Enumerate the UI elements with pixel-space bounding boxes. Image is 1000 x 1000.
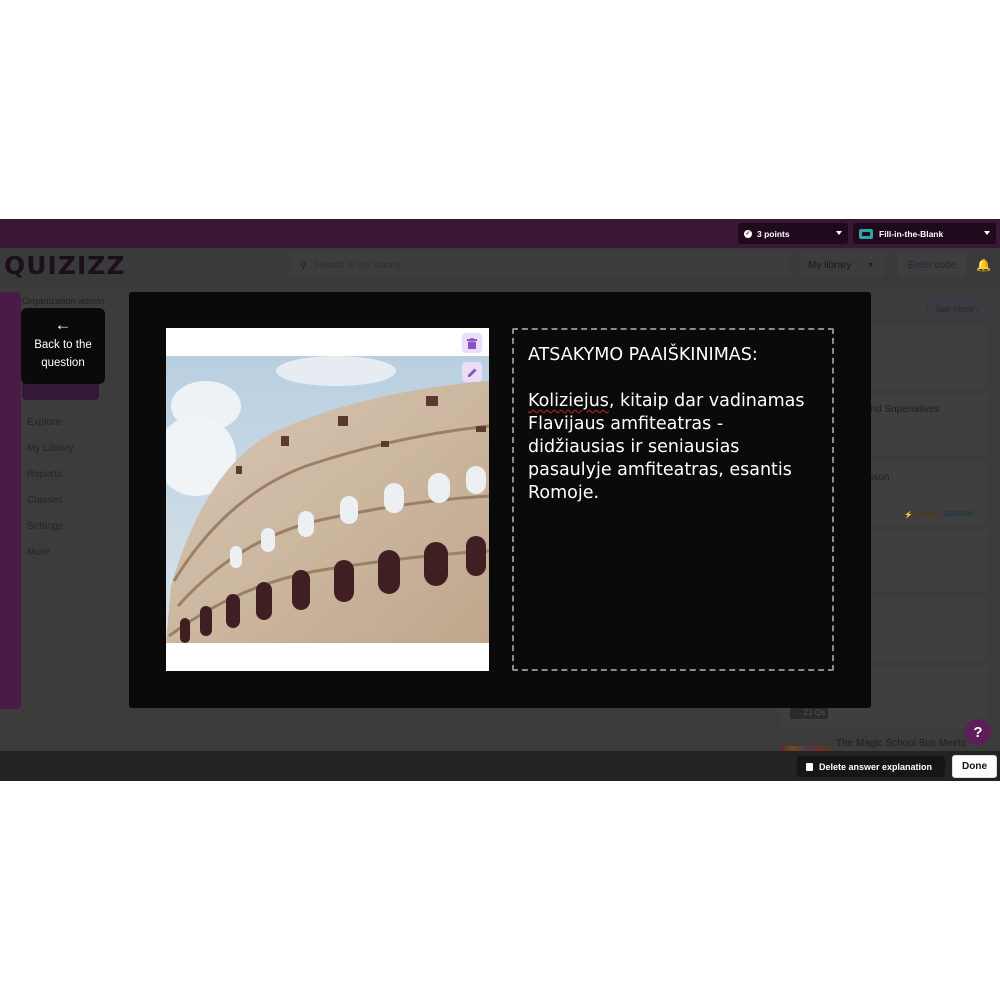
lesson-badge: LESSON	[944, 511, 973, 518]
delete-answer-explanation-button[interactable]: Delete answer explanation	[797, 756, 945, 777]
search-icon: ⚲	[300, 259, 307, 270]
nav-settings[interactable]: Settings	[27, 521, 63, 532]
library-search-input[interactable]: ⚲ Search in my library	[290, 253, 790, 277]
question-type-label: Fill-in-the-Blank	[879, 228, 944, 239]
library-select-value: My library	[808, 259, 852, 271]
quiz-editor-screen: ✓ 3 points Fill-in-the-Blank QUIZIZZ ⚲ S…	[0, 219, 1000, 781]
arrow-left-icon: ←	[54, 315, 72, 334]
explanation-image-card	[166, 328, 489, 671]
nav-my-library[interactable]: My Library	[27, 443, 74, 454]
super-badge-label: SUPER	[914, 512, 939, 519]
quizizz-logo: QUIZIZZ	[4, 251, 126, 280]
help-button[interactable]: ?	[965, 719, 991, 745]
check-circle-icon: ✓	[744, 229, 752, 238]
nav-explore[interactable]: Explore	[27, 417, 61, 428]
chevron-down-icon	[984, 231, 990, 235]
library-filter-select[interactable]: My library ▼	[800, 253, 885, 277]
left-rail	[0, 292, 21, 709]
nav-reports[interactable]: Reports	[27, 469, 62, 480]
done-button[interactable]: Done	[952, 755, 997, 778]
points-label: 3 points	[757, 228, 790, 239]
question-type-dropdown[interactable]: Fill-in-the-Blank	[853, 223, 996, 244]
colosseum-image	[166, 356, 489, 643]
delete-explanation-label: Delete answer explanation	[819, 761, 933, 772]
trash-icon	[806, 762, 813, 771]
app-header: QUIZIZZ ⚲ Search in my library My librar…	[0, 248, 1000, 288]
see-more-label: See more	[934, 304, 974, 314]
explanation-heading: ATSAKYMO PAAIŠKINIMAS:	[528, 345, 758, 365]
answer-explanation-modal: ATSAKYMO PAAIŠKINIMAS: Koliziejus, kitai…	[129, 292, 871, 708]
see-more-button[interactable]: See more ›	[927, 300, 987, 318]
fill-in-blank-icon	[859, 228, 873, 239]
editor-top-bar: ✓ 3 points Fill-in-the-Blank	[0, 219, 1000, 248]
super-badge: ⚡ SUPER	[904, 512, 939, 519]
back-to-question-label: Back to the question	[34, 339, 92, 369]
edit-image-button[interactable]	[462, 362, 482, 382]
feed-card-title: The Magic School Bus Meets	[836, 738, 967, 749]
editor-bottom-bar: Delete answer explanation Done	[0, 751, 1000, 781]
explanation-text-box[interactable]: ATSAKYMO PAAIŠKINIMAS: Koliziejus, kitai…	[512, 328, 834, 671]
chevron-down-icon	[836, 231, 842, 235]
misspelled-word: Koliziejus	[528, 391, 609, 411]
points-dropdown[interactable]: ✓ 3 points	[738, 223, 848, 244]
search-placeholder: Search in my library	[312, 259, 401, 271]
nav-classes[interactable]: Classes	[27, 495, 63, 506]
delete-image-button[interactable]	[462, 333, 482, 353]
chevron-down-icon: ▼	[867, 261, 875, 269]
pencil-icon	[467, 368, 476, 377]
back-to-question-button[interactable]: ← Back to the question	[21, 308, 105, 384]
bell-icon[interactable]: 🔔	[976, 258, 991, 272]
enter-code-button[interactable]: Enter code	[898, 253, 966, 277]
nav-more[interactable]: More	[27, 547, 50, 558]
trash-icon	[467, 337, 477, 349]
org-admin-label: Organization admin	[22, 296, 105, 307]
